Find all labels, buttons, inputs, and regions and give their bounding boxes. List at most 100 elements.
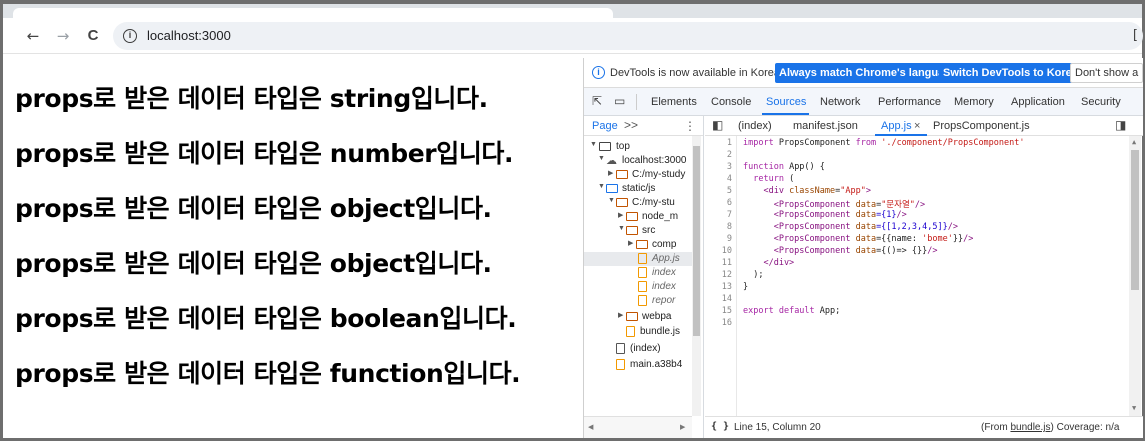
navigator-scrollbar[interactable] — [692, 136, 701, 416]
file-icon — [638, 295, 647, 306]
line-number: 6 — [726, 198, 732, 208]
tab-elements[interactable]: Elements — [651, 96, 697, 108]
scroll-left-arrow-icon[interactable]: ◀ — [588, 423, 593, 431]
code-line: <PropsComponent data={()=> {}}/> — [743, 246, 938, 256]
tab-sources[interactable]: Sources — [766, 96, 806, 108]
active-browser-tab[interactable] — [13, 8, 613, 18]
code-line: } — [743, 282, 749, 292]
navigator-horizontal-scrollbar[interactable]: ◀ ▶ — [584, 416, 692, 438]
tab-network[interactable]: Network — [820, 96, 860, 108]
line-number: 15 — [721, 306, 732, 316]
navigator-header: Page >> ⋮ — [584, 116, 703, 136]
code-line: return ( — [743, 174, 795, 184]
line-number: 8 — [726, 222, 732, 232]
editor-tab-app[interactable]: App.js — [881, 120, 912, 132]
code-line: <PropsComponent data={[1,2,3,4,5]}/> — [743, 222, 958, 232]
site-info-icon[interactable]: i — [123, 29, 137, 43]
frame-icon — [599, 142, 611, 151]
tree-item-localhost[interactable]: ▼ ☁ localhost:3000 — [584, 154, 696, 168]
line-number: 13 — [721, 282, 732, 292]
editor-tab-props-component[interactable]: PropsComponent.js — [933, 120, 1030, 132]
editor-tab-manifest[interactable]: manifest.json — [793, 120, 858, 132]
scroll-up-arrow-icon[interactable]: ▲ — [1132, 138, 1136, 146]
tree-item-folder[interactable]: ▶ webpa — [584, 310, 696, 324]
tree-item-file[interactable]: repor — [584, 294, 696, 308]
line-number: 11 — [721, 258, 732, 268]
folder-icon — [636, 240, 648, 249]
more-tabs-icon[interactable]: >> — [624, 118, 638, 132]
tree-item-file[interactable]: index — [584, 266, 696, 280]
navigator-tab-page[interactable]: Page — [592, 120, 618, 132]
tree-item-folder[interactable]: ▶ C:/my-study — [584, 168, 696, 182]
device-toolbar-icon[interactable]: ▭ — [614, 94, 625, 108]
reload-button[interactable]: C — [83, 26, 103, 46]
tree-item-folder[interactable]: ▼ src — [584, 224, 696, 238]
code-area[interactable]: import PropsComponent from './component/… — [743, 136, 1113, 416]
active-tab-indicator — [762, 113, 809, 115]
editor-scrollbar[interactable]: ▲ ▼ — [1129, 136, 1141, 416]
tree-item-file-selected[interactable]: App.js — [584, 252, 696, 266]
tree-item-file[interactable]: (index) — [584, 342, 696, 356]
tab-console[interactable]: Console — [711, 96, 751, 108]
forward-button[interactable]: → — [53, 26, 73, 46]
prop-type-line: props로 받은 데이터 타입은 string입니다. — [15, 84, 488, 113]
infobar-message: DevTools is now available in Korean! — [610, 67, 790, 79]
toggle-debugger-icon[interactable]: ◨ — [1115, 118, 1126, 132]
back-button[interactable]: ← — [23, 26, 43, 46]
reload-icon: C — [87, 27, 99, 44]
scrollbar-thumb[interactable] — [1131, 150, 1139, 290]
browser-tab-strip — [3, 4, 1142, 18]
switch-to-korean-button[interactable]: Switch DevTools to Korean — [939, 63, 1089, 83]
url-text[interactable]: localhost:3000 — [147, 28, 231, 43]
file-icon — [616, 359, 625, 370]
prop-type-line: props로 받은 데이터 타입은 number입니다. — [15, 139, 514, 168]
kebab-menu-icon[interactable]: ⋮ — [684, 119, 696, 133]
tab-divider — [636, 94, 637, 110]
code-line: <PropsComponent data={1}/> — [743, 210, 907, 220]
folder-icon — [606, 184, 618, 193]
bundle-link[interactable]: bundle.js — [1010, 422, 1050, 433]
dont-show-again-button[interactable]: Don't show a — [1070, 63, 1144, 83]
tree-item-folder[interactable]: ▼ C:/my-stu — [584, 196, 696, 210]
file-icon — [638, 267, 647, 278]
cloud-icon: ☁ — [606, 155, 617, 167]
editor-tab-index[interactable]: (index) — [738, 120, 772, 132]
tree-item-folder[interactable]: ▶ comp — [584, 238, 696, 252]
file-icon — [638, 253, 647, 264]
close-tab-icon[interactable]: × — [914, 120, 920, 132]
line-number: 16 — [721, 318, 732, 328]
tree-item-top[interactable]: ▼ top — [584, 140, 696, 154]
file-icon — [638, 281, 647, 292]
line-number: 3 — [726, 162, 732, 172]
folder-icon — [626, 226, 638, 235]
code-line: import PropsComponent from './component/… — [743, 138, 1025, 148]
tree-item-file[interactable]: bundle.js — [584, 325, 696, 339]
scrollbar-thumb[interactable] — [693, 146, 700, 336]
prop-type-line: props로 받은 데이터 타입은 function입니다. — [15, 359, 521, 388]
devtools-tabbar: ⇱ ▭ Elements Console Sources Network Per… — [584, 88, 1143, 116]
code-line: function App() { — [743, 162, 825, 172]
tree-item-folder[interactable]: ▼ static/js — [584, 182, 696, 196]
address-bar[interactable]: i localhost:3000 — [113, 22, 1143, 50]
always-match-language-button[interactable]: Always match Chrome's language — [775, 63, 962, 83]
tree-item-file[interactable]: main.a38b4 — [584, 358, 696, 372]
tree-item-file[interactable]: index — [584, 280, 696, 294]
tab-performance[interactable]: Performance — [878, 96, 941, 108]
browser-toolbar: ← → C i localhost:3000 [ — [3, 18, 1143, 54]
line-number: 12 — [721, 270, 732, 280]
editor-status-bar: { } Line 15, Column 20 (From bundle.js) … — [705, 416, 1143, 438]
code-line: export default App; — [743, 306, 841, 316]
line-number: 7 — [726, 210, 732, 220]
tab-security[interactable]: Security — [1081, 96, 1121, 108]
tree-item-folder[interactable]: ▶ node_m — [584, 210, 696, 224]
scroll-right-arrow-icon[interactable]: ▶ — [680, 423, 685, 431]
tab-memory[interactable]: Memory — [954, 96, 994, 108]
toggle-navigator-icon[interactable]: ◧ — [712, 118, 723, 132]
folder-icon — [616, 198, 628, 207]
inspect-element-icon[interactable]: ⇱ — [592, 94, 602, 108]
scroll-down-arrow-icon[interactable]: ▼ — [1132, 404, 1136, 412]
pretty-print-icon[interactable]: { } — [711, 421, 729, 432]
line-number: 2 — [726, 150, 732, 160]
tab-application[interactable]: Application — [1011, 96, 1065, 108]
prop-type-line: props로 받은 데이터 타입은 object입니다. — [15, 194, 492, 223]
